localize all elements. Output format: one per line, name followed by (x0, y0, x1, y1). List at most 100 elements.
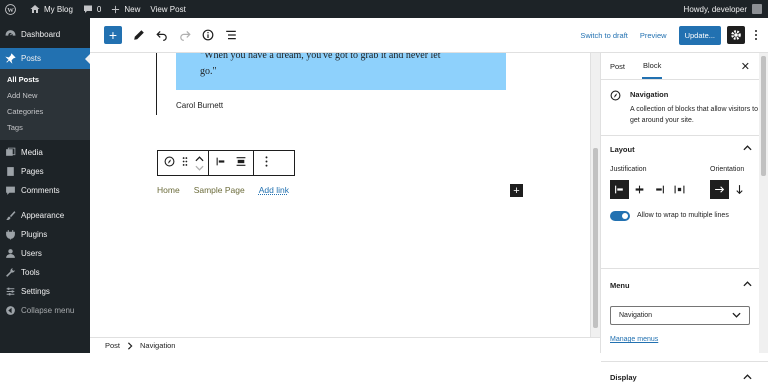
tab-block[interactable]: Block (642, 53, 663, 79)
submenu-categories[interactable]: Categories (0, 104, 90, 120)
move-up-down-icon[interactable] (195, 155, 204, 171)
collapse-menu-button[interactable]: Collapse menu (0, 301, 90, 320)
new-content-link[interactable]: New (106, 0, 145, 18)
comments-link[interactable]: 0 (78, 0, 106, 18)
settings-sidebar: Post Block ✕ Navigation A collection of … (600, 53, 768, 382)
undo-icon (156, 30, 167, 41)
drag-handle-icon[interactable] (181, 154, 189, 172)
justify-right-button[interactable] (650, 180, 669, 199)
my-account[interactable]: Howdy, developer (684, 4, 768, 14)
block-card-title: Navigation (630, 90, 669, 99)
menu-comments[interactable]: Comments (0, 181, 90, 200)
admin-sidebar: Dashboard Posts All Posts Add New Catego… (0, 18, 90, 353)
nav-add-link[interactable]: Add link (259, 185, 289, 195)
menu-pages[interactable]: Pages (0, 162, 90, 181)
collapse-arrow-icon (6, 306, 15, 315)
manage-menus-link[interactable]: Manage menus (610, 336, 658, 343)
submenu-tags[interactable]: Tags (0, 120, 90, 136)
menu-posts-label: Posts (21, 54, 42, 63)
navigation-block: Home Sample Page Add link (157, 185, 303, 195)
menu-select[interactable]: Navigation (610, 306, 750, 325)
orientation-icon[interactable] (235, 154, 247, 172)
wordpress-logo-icon[interactable]: W (0, 0, 25, 18)
breadcrumb: Post Navigation (90, 337, 600, 353)
quote-citation[interactable]: Carol Burnett (176, 101, 223, 110)
block-inserter-button[interactable]: + (104, 26, 122, 44)
tab-post[interactable]: Post (609, 53, 626, 79)
collapse-menu-label: Collapse menu (21, 306, 75, 315)
block-appender-button[interactable]: + (510, 184, 523, 197)
breadcrumb-navigation[interactable]: Navigation (140, 341, 175, 350)
close-icon[interactable]: ✕ (741, 60, 750, 73)
justify-left-button[interactable] (610, 180, 629, 199)
switch-to-draft-button[interactable]: Switch to draft (580, 31, 628, 40)
inspector-scrollbar-thumb[interactable] (761, 56, 766, 176)
justify-space-between-button[interactable] (670, 180, 689, 199)
posts-submenu: All Posts Add New Categories Tags (0, 69, 90, 140)
media-icon (6, 147, 16, 156)
block-card-description: A collection of blocks that allow visito… (630, 106, 759, 124)
wrap-toggle[interactable] (610, 211, 630, 221)
update-button[interactable]: Update... (678, 25, 721, 45)
menu-appearance-label: Appearance (21, 211, 65, 220)
details-button[interactable] (202, 29, 214, 41)
menu-tools[interactable]: Tools (0, 263, 90, 282)
submenu-add-new[interactable]: Add New (0, 88, 90, 104)
list-view-button[interactable] (225, 29, 237, 41)
menu-users[interactable]: Users (0, 244, 90, 263)
preview-button[interactable]: Preview (640, 31, 667, 40)
editor-canvas: "When you have a dream, you've got to gr… (90, 53, 590, 337)
redo-icon (180, 30, 191, 41)
chevron-up-icon (743, 145, 752, 151)
avatar (752, 4, 762, 14)
menu-panel-header[interactable]: Menu (601, 269, 768, 301)
chevron-right-icon (127, 341, 133, 350)
arrow-right-icon (715, 186, 725, 193)
pushpin-icon (5, 53, 16, 64)
users-icon (6, 249, 15, 258)
edit-tools-button[interactable] (133, 29, 145, 41)
quote-block[interactable]: "When you have a dream, you've got to gr… (176, 53, 506, 90)
nav-link-sample-page[interactable]: Sample Page (194, 185, 245, 195)
canvas-scrollbar-thumb[interactable] (593, 148, 598, 328)
justify-left-icon[interactable] (215, 154, 227, 172)
display-panel-header[interactable]: Display (601, 362, 768, 392)
quote-border (156, 53, 157, 115)
orientation-horizontal-button[interactable] (710, 180, 729, 199)
block-card: Navigation A collection of blocks that a… (601, 80, 768, 136)
menu-dashboard[interactable]: Dashboard (0, 25, 90, 44)
navigation-block-icon[interactable] (164, 154, 175, 172)
justify-center-button[interactable] (630, 180, 649, 199)
menu-appearance[interactable]: Appearance (0, 206, 90, 225)
view-post-link[interactable]: View Post (145, 0, 190, 18)
settings-button[interactable] (727, 26, 745, 44)
menu-heading: Menu (610, 280, 630, 290)
layout-panel-header[interactable]: Layout (601, 136, 768, 163)
submenu-all-posts[interactable]: All Posts (0, 72, 90, 88)
menu-media[interactable]: Media (0, 143, 90, 162)
arrow-down-icon (736, 185, 743, 195)
orientation-vertical-button[interactable] (730, 180, 749, 199)
more-options-icon[interactable] (265, 154, 268, 172)
editor-toolbar: + Switch to draft Preview Update... (90, 18, 768, 53)
site-name-link[interactable]: My Blog (25, 0, 78, 18)
menu-panel: Menu Navigation Manage menus (601, 269, 768, 362)
nav-link-home[interactable]: Home (157, 185, 180, 195)
list-view-icon (226, 30, 236, 40)
pencil-icon (134, 30, 144, 40)
canvas-scrollbar[interactable] (590, 53, 600, 337)
menu-plugins-label: Plugins (21, 230, 48, 239)
site-name: My Blog (44, 4, 73, 14)
options-menu-button[interactable] (751, 30, 761, 40)
redo-button[interactable] (179, 29, 191, 41)
inspector-scrollbar[interactable] (759, 53, 768, 353)
comments-icon (6, 186, 15, 195)
breadcrumb-post[interactable]: Post (105, 341, 120, 350)
menu-plugins[interactable]: Plugins (0, 225, 90, 244)
quote-text[interactable]: "When you have a dream, you've got to gr… (200, 53, 490, 80)
inspector-tabs: Post Block ✕ (601, 53, 768, 80)
new-label: New (124, 4, 141, 14)
undo-button[interactable] (156, 29, 168, 41)
menu-settings[interactable]: Settings (0, 282, 90, 301)
menu-posts[interactable]: Posts (0, 48, 90, 69)
